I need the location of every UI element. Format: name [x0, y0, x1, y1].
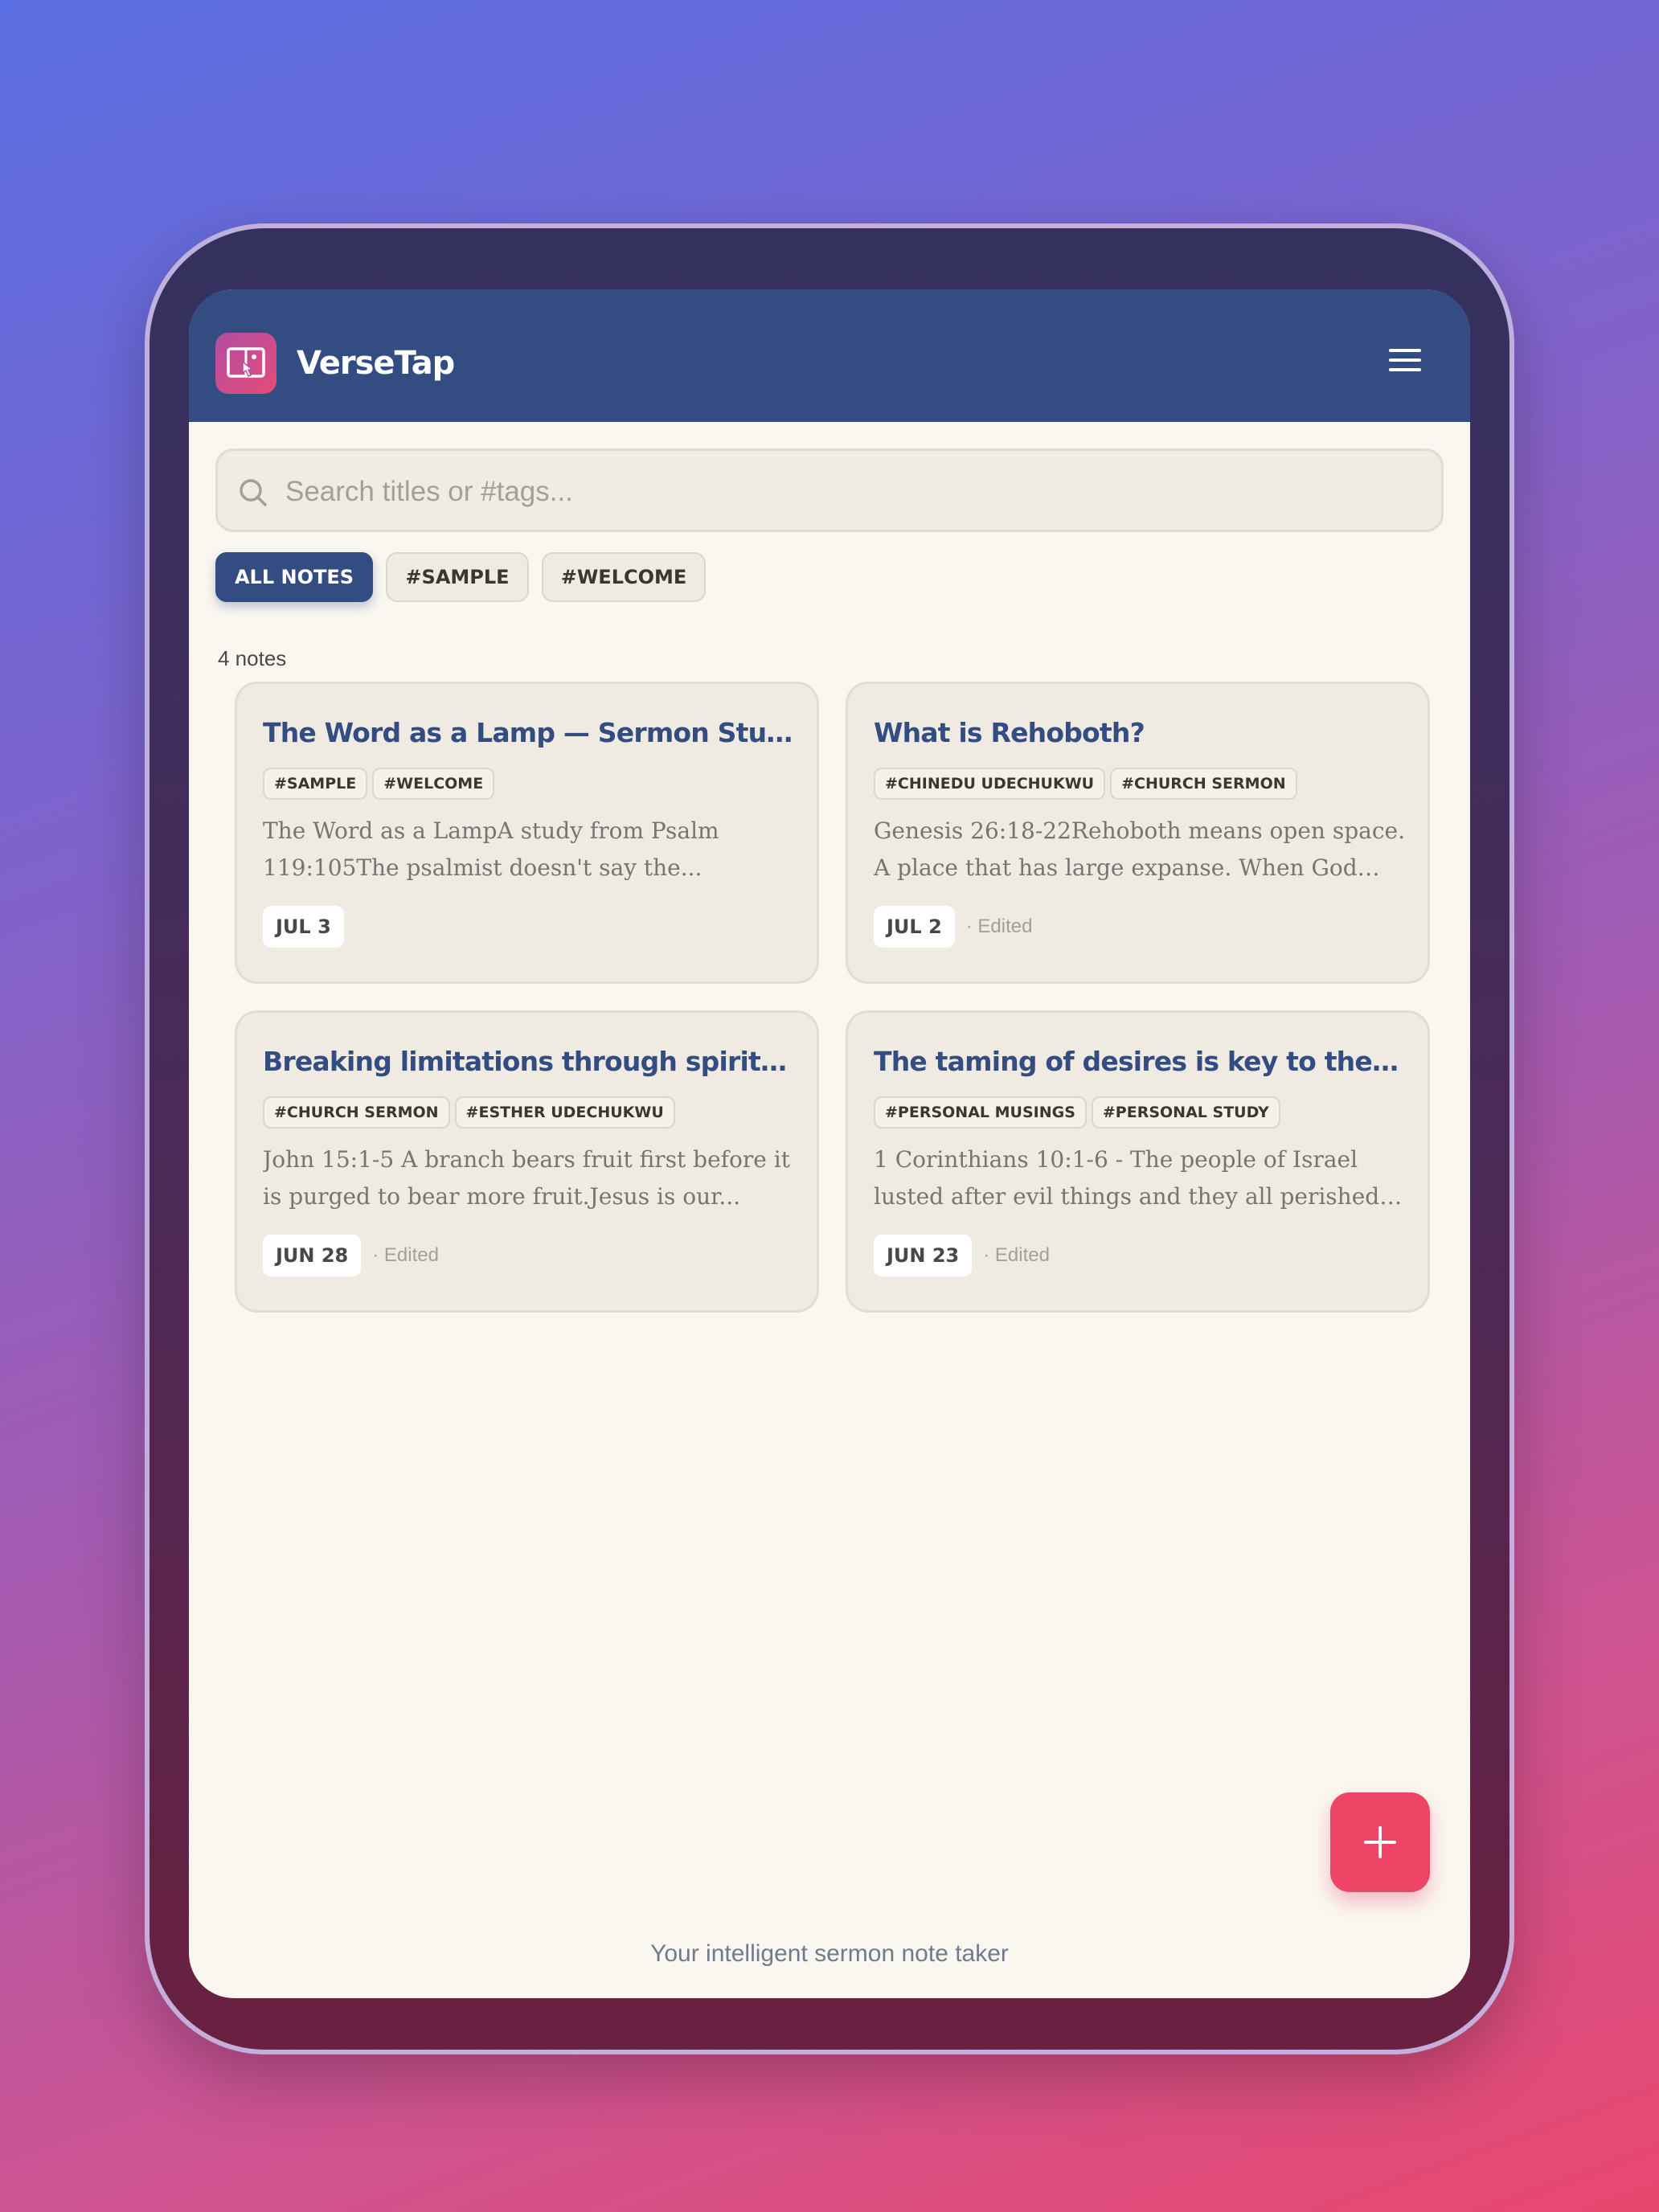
add-note-button[interactable]	[1330, 1792, 1430, 1892]
note-tag[interactable]: #PERSONAL MUSINGS	[874, 1096, 1087, 1129]
plus-icon	[1364, 1826, 1396, 1858]
touch-book-icon[interactable]	[215, 333, 276, 394]
app-screen: VerseTap ALL NOTES #SAMPLE #WELCOME 4 no…	[189, 289, 1470, 1998]
notes-count: 4 notes	[218, 646, 287, 670]
edited-label: · Edited	[372, 1244, 439, 1266]
note-date: JUN 23	[874, 1235, 973, 1276]
note-title: The taming of desires is key to the beli…	[874, 1046, 1404, 1077]
hamburger-menu-icon[interactable]	[1382, 338, 1428, 383]
note-date: JUL 3	[263, 906, 344, 948]
search-input[interactable]	[284, 467, 1412, 517]
note-tags: #CHINEDU UDECHUKWU #CHURCH SERMON	[874, 768, 1302, 800]
note-footer: JUL 2 · Edited	[874, 906, 1032, 948]
note-excerpt: John 15:1-5 A branch bears fruit first b…	[263, 1146, 790, 1210]
note-tags: #PERSONAL MUSINGS #PERSONAL STUDY	[874, 1096, 1285, 1129]
note-excerpt: Genesis 26:18-22Rehoboth means open spac…	[874, 817, 1405, 881]
app-title: VerseTap	[297, 345, 455, 382]
filter-all-notes[interactable]: ALL NOTES	[215, 552, 373, 602]
note-tags: #SAMPLE #WELCOME	[263, 768, 499, 800]
note-excerpt: The Word as a LampA study from Psalm 119…	[263, 817, 719, 881]
note-date: JUN 28	[263, 1235, 362, 1276]
note-card[interactable]: The taming of desires is key to the beli…	[846, 1010, 1430, 1313]
search-bar	[215, 449, 1444, 532]
note-tag[interactable]: #CHURCH SERMON	[1110, 768, 1297, 800]
note-title: What is Rehoboth?	[874, 717, 1145, 748]
note-title: Breaking limitations through spiritual .…	[263, 1046, 793, 1077]
edited-label: · Edited	[965, 916, 1033, 937]
note-tag[interactable]: #WELCOME	[372, 768, 495, 800]
note-excerpt: 1 Corinthians 10:1-6 - The people of Isr…	[874, 1146, 1380, 1210]
note-card[interactable]: Breaking limitations through spiritual .…	[235, 1010, 819, 1313]
note-tag[interactable]: #PERSONAL STUDY	[1091, 1096, 1280, 1129]
note-tag[interactable]: #ESTHER UDECHUKWU	[454, 1096, 675, 1129]
note-footer: JUN 28 · Edited	[263, 1235, 439, 1276]
app-header: VerseTap	[189, 289, 1470, 422]
note-tag[interactable]: #CHINEDU UDECHUKWU	[874, 768, 1106, 800]
footer-tagline: Your intelligent sermon note taker	[650, 1940, 1009, 1967]
note-date: JUL 2	[874, 906, 955, 948]
filter-sample[interactable]: #SAMPLE	[386, 552, 529, 602]
note-tag[interactable]: #CHURCH SERMON	[263, 1096, 450, 1129]
note-title: The Word as a Lamp — Sermon Study	[263, 717, 793, 748]
note-card[interactable]: The Word as a Lamp — Sermon Study #SAMPL…	[235, 682, 819, 984]
note-tag[interactable]: #SAMPLE	[263, 768, 368, 800]
filter-welcome[interactable]: #WELCOME	[542, 552, 706, 602]
search-icon	[240, 479, 267, 506]
note-tags: #CHURCH SERMON #ESTHER UDECHUKWU	[263, 1096, 680, 1129]
note-footer: JUN 23 · Edited	[874, 1235, 1050, 1276]
note-footer: JUL 3	[263, 906, 344, 948]
note-card[interactable]: What is Rehoboth? #CHINEDU UDECHUKWU #CHU…	[846, 682, 1430, 984]
edited-label: · Edited	[983, 1244, 1050, 1266]
